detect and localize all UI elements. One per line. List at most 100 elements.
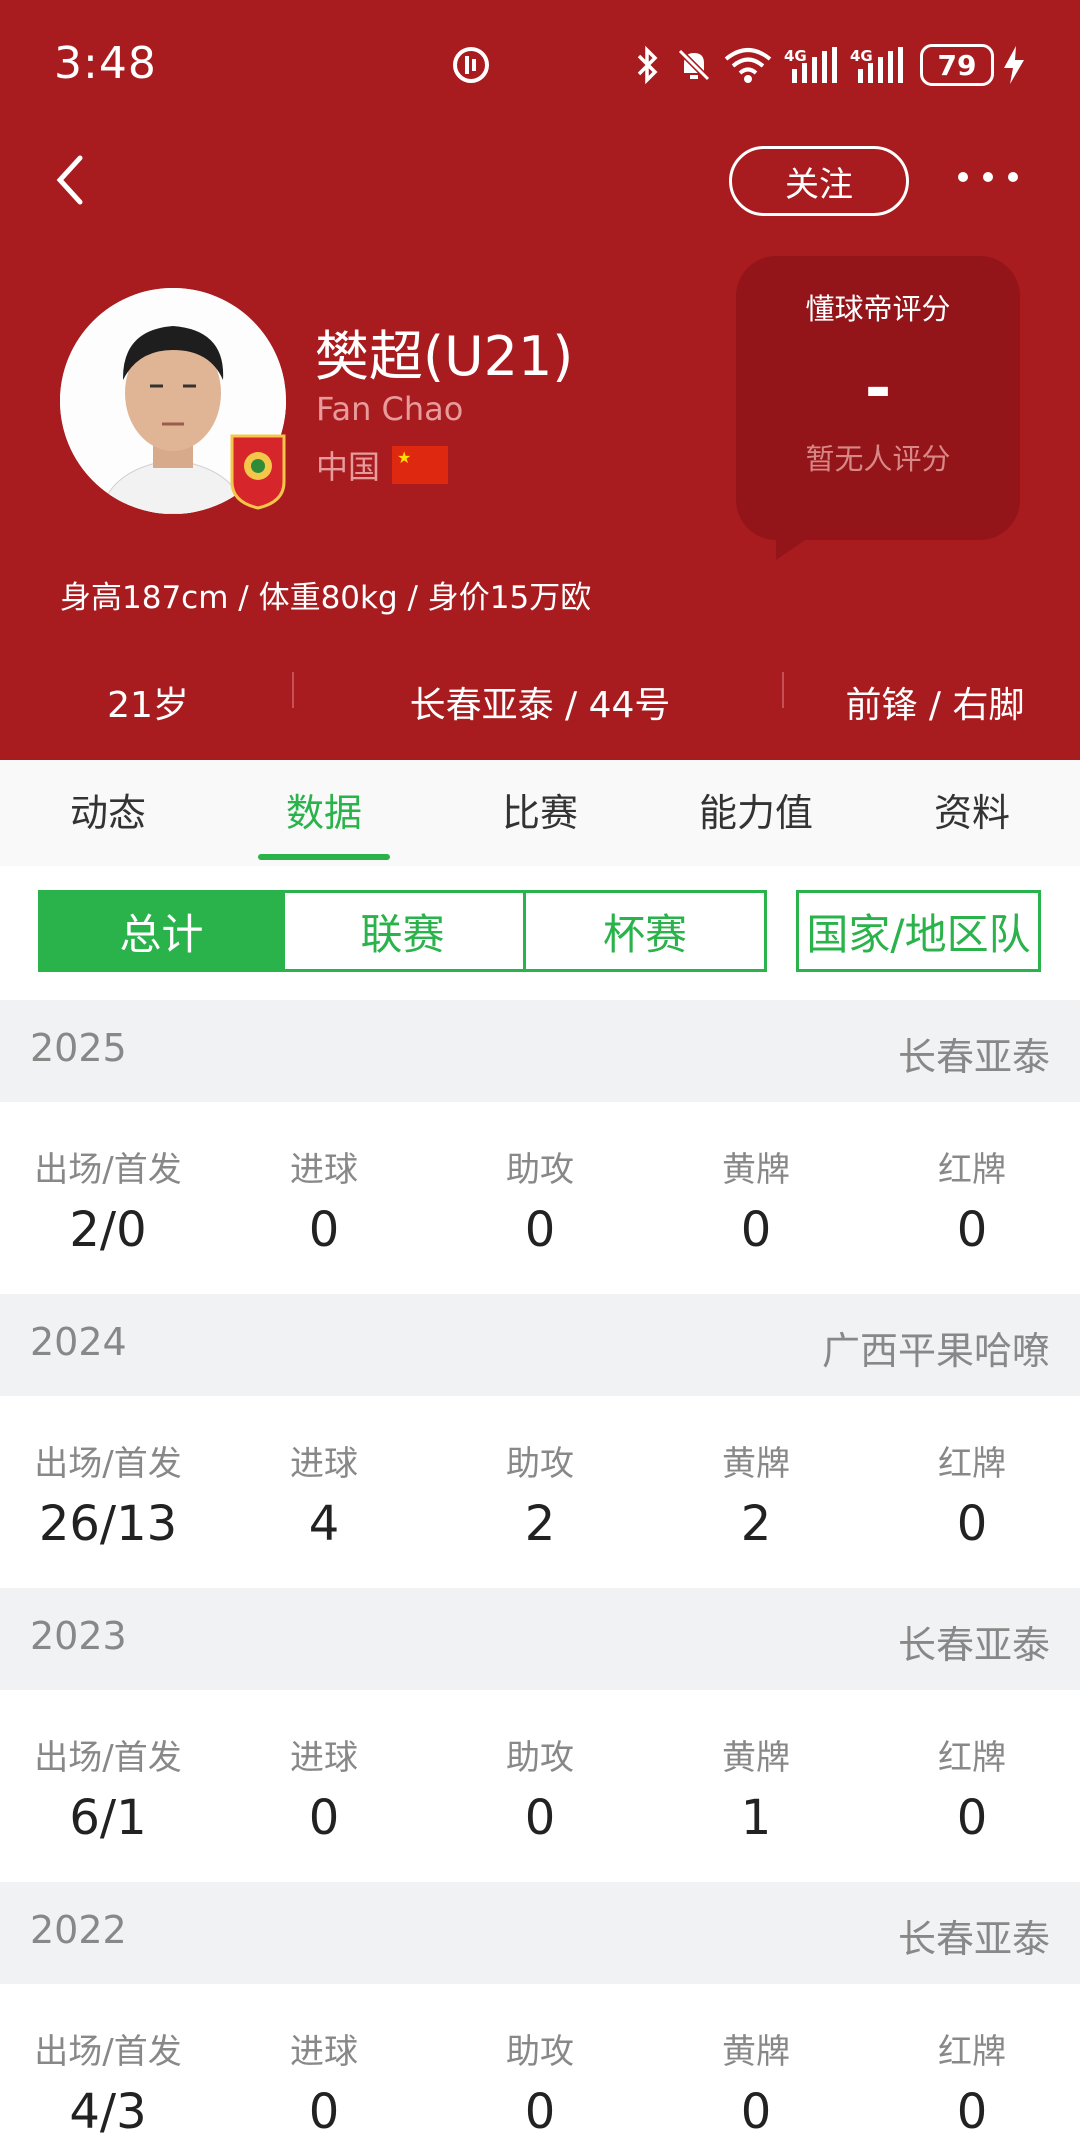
tab-data[interactable]: 数据 [216, 782, 432, 837]
wifi-icon [720, 42, 776, 88]
segment-total[interactable]: 总计 [38, 890, 285, 972]
stat-cell: 红牌 0 [864, 1690, 1080, 1882]
season-stats-row: 出场/首发 26/13 进球 4 助攻 2 黄牌 2 红牌 0 [0, 1396, 1080, 1588]
follow-button[interactable]: 关注 [729, 146, 909, 216]
status-time: 3:48 [54, 38, 157, 89]
back-button[interactable] [54, 150, 104, 210]
segment-league[interactable]: 联赛 [282, 890, 526, 972]
more-options-button[interactable] [958, 160, 1018, 194]
stat-label: 进球 [290, 2032, 358, 2072]
stat-cell: 红牌 0 [864, 1102, 1080, 1294]
stat-cell: 进球 4 [216, 1396, 432, 1588]
stat-value: 1 [740, 1790, 772, 1846]
stat-cell: 出场/首发 4/3 [0, 1984, 216, 2150]
stat-label: 进球 [290, 1444, 358, 1484]
stat-cell: 出场/首发 26/13 [0, 1396, 216, 1588]
season-year: 2024 [30, 1320, 127, 1364]
divider [292, 672, 294, 708]
stat-value: 2 [524, 1496, 556, 1552]
player-physical-stats: 身高187cm / 体重80kg / 身价15万欧 [60, 580, 592, 616]
season-team: 长春亚泰 [897, 1917, 1050, 1961]
stat-cell: 黄牌 0 [648, 1102, 864, 1294]
active-tab-indicator [258, 854, 390, 860]
segment-cup[interactable]: 杯赛 [523, 890, 767, 972]
season-stats-row: 出场/首发 6/1 进球 0 助攻 0 黄牌 1 红牌 0 [0, 1690, 1080, 1882]
bluetooth-icon [630, 42, 666, 88]
stat-cell: 红牌 0 [864, 1984, 1080, 2150]
chevron-left-icon [56, 155, 83, 205]
tab-profile[interactable]: 资料 [864, 782, 1080, 837]
stat-label: 红牌 [938, 1738, 1006, 1778]
season-year: 2023 [30, 1614, 127, 1658]
tab-dynamics[interactable]: 动态 [0, 782, 216, 837]
stat-value: 0 [524, 2084, 556, 2140]
stat-label: 出场/首发 [34, 2032, 182, 2072]
stat-cell: 助攻 0 [432, 1102, 648, 1294]
battery-icon: 79 [920, 44, 994, 86]
stat-label: 助攻 [506, 1738, 574, 1778]
rating-value: - [864, 352, 892, 426]
stat-value: 0 [308, 1202, 340, 1258]
player-position-foot: 前锋 / 右脚 [845, 685, 1025, 726]
season-header: 2023 长春亚泰 [0, 1588, 1080, 1690]
tab-matches[interactable]: 比赛 [432, 782, 648, 837]
season-header: 2022 长春亚泰 [0, 1882, 1080, 1984]
player-country: 中国 ★ [316, 442, 449, 488]
tab-ability[interactable]: 能力值 [648, 782, 864, 837]
more-dot-icon [958, 172, 968, 182]
stat-label: 进球 [290, 1150, 358, 1190]
season-header: 2024 广西平果哈嘹 [0, 1294, 1080, 1396]
season-stats-row: 出场/首发 2/0 进球 0 助攻 0 黄牌 0 红牌 0 [0, 1102, 1080, 1294]
rating-card-tail [776, 530, 820, 560]
season-team: 长春亚泰 [897, 1623, 1050, 1667]
stat-cell: 进球 0 [216, 1690, 432, 1882]
season-year: 2022 [30, 1908, 127, 1952]
stat-cell: 红牌 0 [864, 1396, 1080, 1588]
stat-cell: 出场/首发 2/0 [0, 1102, 216, 1294]
player-header: 3:48 4G 4G 79 关注 樊超(U21) Fan Chao 中国 ★ 身… [0, 0, 1080, 760]
stat-value: 0 [308, 2084, 340, 2140]
stat-label: 黄牌 [722, 1150, 790, 1190]
stat-cell: 进球 0 [216, 1984, 432, 2150]
segment-national-team[interactable]: 国家/地区队 [796, 890, 1041, 972]
season-stats-row: 出场/首发 4/3 进球 0 助攻 0 黄牌 0 红牌 0 [0, 1984, 1080, 2150]
season-year: 2025 [30, 1026, 127, 1070]
stat-value: 0 [740, 1202, 772, 1258]
signal-4g-icon: 4G [784, 42, 846, 88]
season-team: 长春亚泰 [897, 1035, 1050, 1079]
stat-label: 黄牌 [722, 1738, 790, 1778]
stat-label: 助攻 [506, 1444, 574, 1484]
stat-label: 红牌 [938, 2032, 1006, 2072]
stat-cell: 进球 0 [216, 1102, 432, 1294]
player-age: 21岁 [107, 685, 189, 726]
stat-label: 黄牌 [722, 1444, 790, 1484]
stat-value: 26/13 [38, 1496, 178, 1552]
stat-label: 黄牌 [722, 2032, 790, 2072]
stat-cell: 助攻 0 [432, 1984, 648, 2150]
stat-value: 0 [956, 2084, 988, 2140]
stat-value: 0 [740, 2084, 772, 2140]
rating-subtitle: 暂无人评分 [805, 442, 951, 476]
more-dot-icon [983, 172, 993, 182]
china-flag-icon: ★ [392, 446, 449, 484]
player-club-number: 长春亚泰 / 44号 [409, 685, 671, 726]
rating-card[interactable]: 懂球帝评分 - 暂无人评分 [736, 256, 1020, 540]
svg-text:4G: 4G [784, 47, 807, 65]
stat-cell: 助攻 2 [432, 1396, 648, 1588]
battery-level: 79 [937, 48, 977, 82]
stat-value: 2/0 [69, 1202, 147, 1258]
stat-value: 0 [524, 1202, 556, 1258]
stat-value: 0 [956, 1790, 988, 1846]
season-header: 2025 长春亚泰 [0, 1000, 1080, 1102]
stat-cell: 助攻 0 [432, 1690, 648, 1882]
stat-value: 0 [308, 1790, 340, 1846]
player-info-row: 21岁 长春亚泰 / 44号 前锋 / 右脚 [0, 660, 1080, 740]
bell-muted-icon [672, 42, 716, 88]
divider [782, 672, 784, 708]
country-label: 中国 [316, 448, 381, 486]
stat-value: 6/1 [69, 1790, 147, 1846]
stat-cell: 黄牌 2 [648, 1396, 864, 1588]
stat-label: 红牌 [938, 1150, 1006, 1190]
stat-label: 助攻 [506, 1150, 574, 1190]
stat-cell: 出场/首发 6/1 [0, 1690, 216, 1882]
